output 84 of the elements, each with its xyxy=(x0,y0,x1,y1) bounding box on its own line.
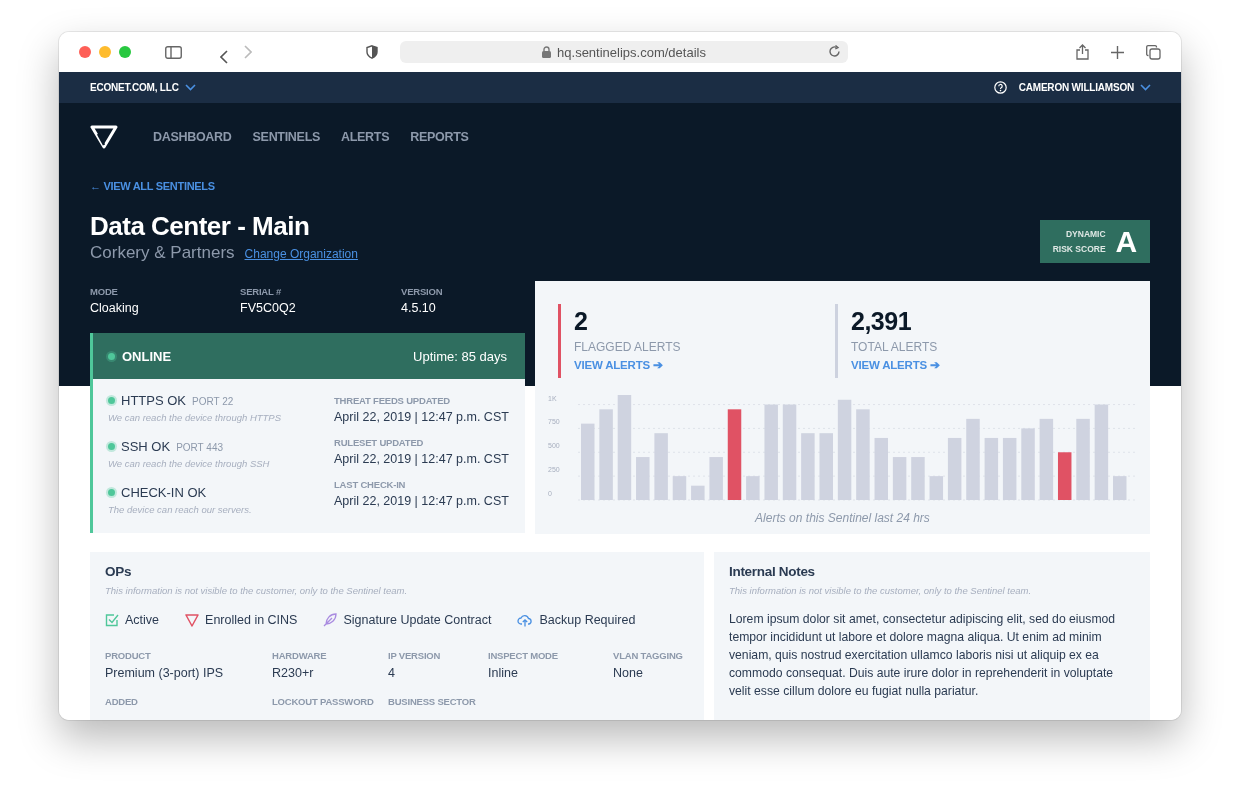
chevron-down-icon xyxy=(184,84,196,91)
update-label: RULESET UPDATED xyxy=(334,437,425,448)
field-label: IP VERSION xyxy=(388,650,442,661)
field-label: INSPECT MODE xyxy=(488,650,559,661)
check-name: CHECK-IN OK xyxy=(121,485,207,500)
chevron-down-icon xyxy=(1140,84,1151,91)
nav-link[interactable]: REPORTS xyxy=(410,129,469,144)
update-label: THREAT FEEDS UPDATED xyxy=(334,395,451,406)
lock-icon xyxy=(542,46,552,58)
status-label: ONLINE xyxy=(122,348,172,364)
risk-grade: A xyxy=(1115,224,1138,259)
field-value: None xyxy=(613,666,644,680)
change-organization-link[interactable]: Change Organization xyxy=(244,247,358,261)
reload-icon[interactable] xyxy=(828,45,841,58)
sidebar-icon[interactable] xyxy=(165,45,182,59)
status-dot xyxy=(108,397,115,404)
field-value: Inline xyxy=(488,666,519,680)
port-label: PORT 22 xyxy=(192,396,234,407)
field-value: Premium (3-port) IPS xyxy=(105,666,225,680)
stat-value: 2,391 xyxy=(851,306,913,337)
status-dot xyxy=(108,443,115,450)
flag-label: Enrolled in CINS xyxy=(205,613,298,627)
check-note: We can reach the device through HTTPS xyxy=(108,412,283,423)
feather-icon xyxy=(323,613,338,627)
update-time: April 22, 2019 | 12:47 p.m. CST xyxy=(334,494,509,508)
port-label: PORT 443 xyxy=(176,442,223,453)
meta-value: Cloaking xyxy=(90,301,140,315)
tabs-overview-icon[interactable] xyxy=(1146,44,1161,60)
nav-link[interactable]: DASHBOARD xyxy=(153,129,232,144)
meta-label: VERSION xyxy=(401,286,443,297)
field-label: PRODUCT xyxy=(105,650,152,661)
check-name: SSH OK xyxy=(121,439,171,454)
triangle-icon xyxy=(185,613,200,627)
chart-caption: Alerts on this Sentinel last 24 hrs xyxy=(755,511,930,525)
field-label: VLAN TAGGING xyxy=(613,650,684,661)
field-value: R230+r xyxy=(272,666,315,680)
card-note: This information is not visible to the customer, only to the Sentinel team. xyxy=(105,585,409,596)
field-label: BUSINESS SECTOR xyxy=(388,696,477,707)
field-label: ADDED xyxy=(105,696,139,707)
check-note: The device can reach our servers. xyxy=(108,504,253,515)
help-icon[interactable] xyxy=(993,81,1007,94)
share-icon[interactable] xyxy=(1076,44,1089,60)
logo-icon[interactable] xyxy=(90,124,118,149)
back-icon[interactable] xyxy=(220,50,228,64)
stat-label: FLAGGED ALERTS xyxy=(574,340,681,354)
cloud-upload-icon xyxy=(517,613,534,627)
card-note: This information is not visible to the customer, only to the Sentinel team. xyxy=(729,585,1033,596)
meta-label: MODE xyxy=(90,286,119,297)
status-dot xyxy=(108,489,115,496)
new-tab-icon[interactable] xyxy=(1111,45,1124,59)
user-menu[interactable]: CAMERON WILLIAMSON xyxy=(1018,82,1151,93)
risk-score-label: RISK SCORE xyxy=(1052,242,1106,256)
uptime-text: Uptime: 85 days xyxy=(413,348,507,364)
stat-value: 2 xyxy=(574,306,589,337)
status-dot xyxy=(108,352,115,360)
meta-value: FV5C0Q2 xyxy=(240,301,297,315)
flag-label: Backup Required xyxy=(539,613,636,627)
flag-label: Active xyxy=(125,613,160,627)
risk-score-label: DYNAMIC xyxy=(1065,227,1106,241)
notes-text: Lorem ipsum dolor sit amet, consectetur adipiscing elit, sed do eiusmod tempor incididunt ut labore et dolore magna aliqua. Ut enim ad minim veniam, quis nostrud exercitation ullamco laboris nisi ut aliquip ex ea commodo consequat. Duis aute irure dolor in reprehenderit in voluptate velit esse cillum dolore eu fugiat nulla pariatur. xyxy=(729,611,1117,700)
card-title: Internal Notes xyxy=(729,564,816,579)
update-time: April 22, 2019 | 12:47 p.m. CST xyxy=(334,410,509,424)
field-label: LOCKOUT PASSWORD xyxy=(272,696,375,707)
shield-icon[interactable] xyxy=(366,45,378,59)
organization-menu[interactable]: ECONET.COM, LLC xyxy=(90,82,196,93)
back-link[interactable]: ← VIEW ALL SENTINELS xyxy=(90,180,1150,192)
update-label: LAST CHECK-IN xyxy=(334,479,407,490)
check-note: We can reach the device through SSH xyxy=(108,458,271,469)
update-time: April 22, 2019 | 12:47 p.m. CST xyxy=(334,452,509,466)
flag-label: Signature Update Contract xyxy=(343,613,492,627)
card-title: OPs xyxy=(105,564,133,579)
field-value: 4 xyxy=(388,666,396,680)
check-name: HTTPS OK xyxy=(121,393,186,408)
meta-label: SERIAL # xyxy=(240,286,282,297)
stat-label: TOTAL ALERTS xyxy=(851,340,939,354)
nav-link[interactable]: SENTINELS xyxy=(252,129,320,144)
close-button[interactable] xyxy=(79,46,91,58)
address-bar[interactable]: hq.sentinelips.com/details xyxy=(400,41,848,63)
organization-name: Corkery & Partners xyxy=(90,243,235,263)
field-label: HARDWARE xyxy=(272,650,328,661)
checkbox-icon xyxy=(105,613,119,627)
nav-link[interactable]: ALERTS xyxy=(341,129,390,144)
meta-value: 4.5.10 xyxy=(401,301,437,315)
page-title: Data Center - Main xyxy=(90,210,311,242)
